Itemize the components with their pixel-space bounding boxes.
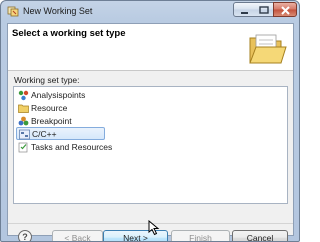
list-item-tasks-and-resources[interactable]: Tasks and Resources	[16, 141, 112, 154]
list-item-cpp[interactable]: C/C++	[16, 127, 105, 140]
list-item-label: C/C++	[32, 129, 57, 139]
back-button[interactable]: < Back	[52, 230, 103, 241]
maximize-button[interactable]	[254, 2, 274, 17]
folder-icon	[18, 104, 29, 113]
close-icon	[281, 6, 290, 15]
minimize-button[interactable]	[233, 2, 255, 17]
cpp-icon	[19, 129, 30, 140]
dialog-window: New Working Set Select a working set typ…	[0, 0, 300, 242]
finish-button[interactable]: Finish	[171, 230, 230, 241]
maximize-icon	[259, 6, 269, 14]
dialog-content: Select a working set type Working set ty…	[7, 23, 294, 241]
list-item-analysispoints[interactable]: Analysispoints	[16, 89, 85, 102]
list-item-label: Resource	[31, 103, 68, 113]
open-folder-icon	[249, 34, 287, 64]
tasks-icon	[18, 142, 28, 153]
window-title: New Working Set	[23, 6, 93, 16]
list-item-label: Breakpoint	[31, 116, 72, 126]
eclipse-workbench-icon	[7, 6, 19, 17]
mouse-pointer-icon	[148, 220, 160, 236]
analysispoints-icon	[18, 90, 29, 101]
wizard-header: Select a working set type	[8, 24, 293, 71]
working-set-type-label: Working set type:	[14, 75, 80, 85]
list-item-label: Tasks and Resources	[31, 142, 113, 152]
list-item-resource[interactable]: Resource	[16, 102, 67, 115]
list-item-label: Analysispoints	[31, 90, 86, 100]
page-title: Select a working set type	[12, 28, 126, 39]
cancel-button[interactable]: Cancel	[232, 230, 288, 241]
breakpoint-icon	[18, 116, 29, 126]
minimize-icon	[241, 12, 248, 14]
working-set-type-list[interactable]: Analysispoints Resource Breakpoint C/C++…	[13, 86, 288, 204]
title-bar[interactable]: New Working Set	[1, 1, 299, 23]
help-button[interactable]: ?	[18, 230, 32, 241]
close-button[interactable]	[273, 2, 297, 17]
